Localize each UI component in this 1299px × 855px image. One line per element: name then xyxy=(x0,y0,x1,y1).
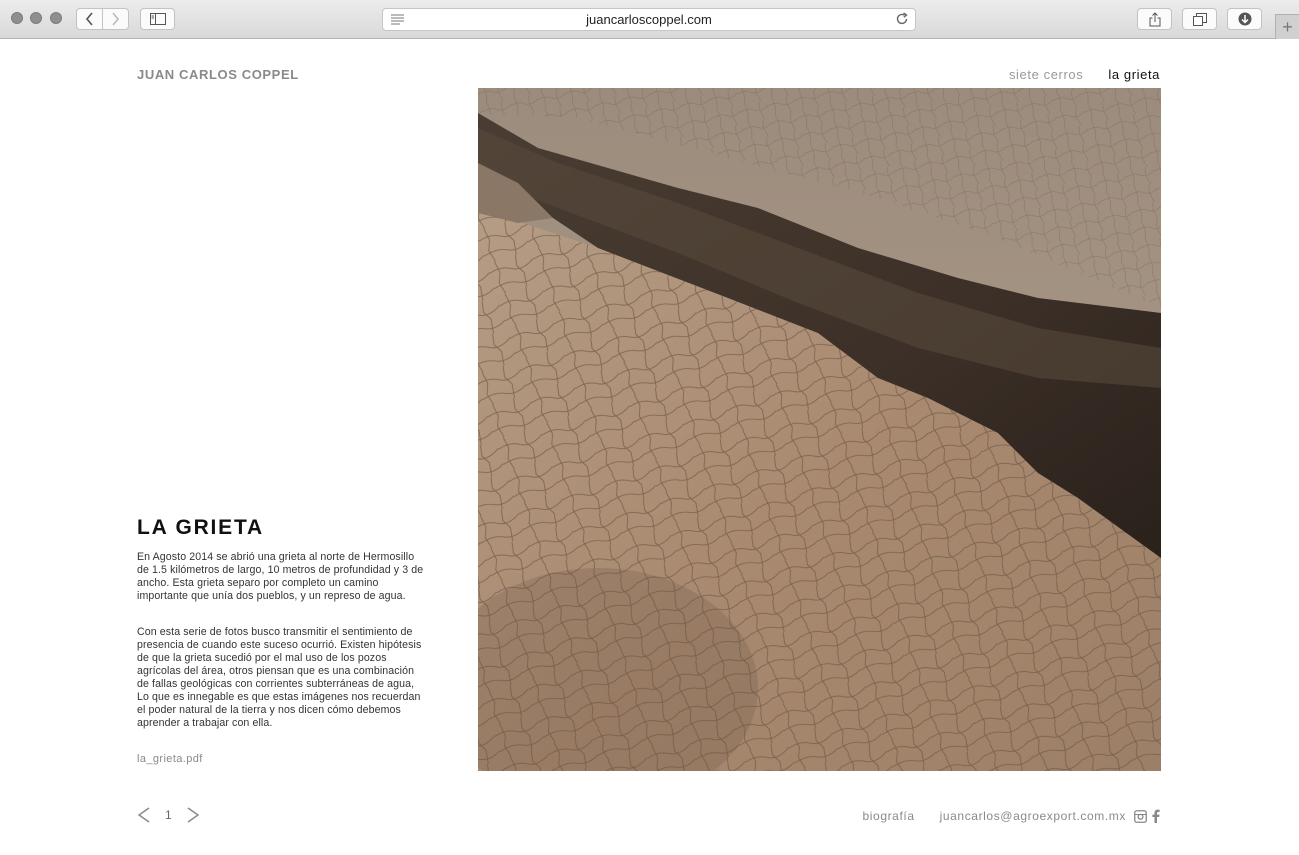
email-link[interactable]: juancarlos@agroexport.com.mx xyxy=(940,809,1126,823)
reload-icon[interactable] xyxy=(895,12,909,26)
back-button[interactable] xyxy=(76,8,103,30)
facebook-icon[interactable] xyxy=(1152,809,1160,823)
minimize-window-button[interactable] xyxy=(30,12,42,24)
instagram-icon[interactable] xyxy=(1134,809,1147,823)
share-button[interactable] xyxy=(1137,8,1172,30)
sidebar-icon xyxy=(149,13,166,25)
project-photo[interactable] xyxy=(478,88,1161,771)
chevron-right-icon[interactable] xyxy=(186,807,200,823)
zoom-window-button[interactable] xyxy=(50,12,62,24)
browser-toolbar: juancarloscoppel.com + xyxy=(0,0,1299,39)
chevron-left-icon xyxy=(85,12,93,26)
new-tab-button[interactable]: + xyxy=(1275,14,1299,39)
tabs-icon xyxy=(1192,12,1207,26)
downloads-button[interactable] xyxy=(1227,8,1262,30)
social-links xyxy=(1134,809,1160,823)
address-bar[interactable]: juancarloscoppel.com xyxy=(382,8,916,31)
sidebar-button[interactable] xyxy=(140,8,175,30)
pagination: 1 xyxy=(137,807,200,823)
nav-siete-cerros[interactable]: siete cerros xyxy=(1009,67,1083,82)
nav-la-grieta[interactable]: la grieta xyxy=(1108,67,1160,82)
reader-icon[interactable] xyxy=(391,14,404,25)
project-description: Con esta serie de fotos busco transmitir… xyxy=(137,626,422,729)
pdf-download-link[interactable]: la_grieta.pdf xyxy=(137,753,203,765)
plus-icon: + xyxy=(1282,16,1293,37)
footer: biografía juancarlos@agroexport.com.mx xyxy=(863,809,1161,823)
biography-link[interactable]: biografía xyxy=(863,809,915,823)
project-description: En Agosto 2014 se abrió una grieta al no… xyxy=(137,551,424,602)
show-tabs-button[interactable] xyxy=(1182,8,1217,30)
cracked-earth-photo xyxy=(478,88,1161,771)
project-title: LA GRIETA xyxy=(137,516,265,539)
close-window-button[interactable] xyxy=(11,12,23,24)
url-text: juancarloscoppel.com xyxy=(586,12,712,27)
site-title[interactable]: JUAN CARLOS COPPEL xyxy=(137,67,299,82)
download-icon xyxy=(1238,12,1251,26)
page-number: 1 xyxy=(165,808,172,822)
top-nav: siete cerros la grieta xyxy=(1009,67,1160,82)
forward-button[interactable] xyxy=(102,8,129,30)
chevron-left-icon[interactable] xyxy=(137,807,151,823)
chevron-right-icon xyxy=(112,12,120,26)
share-icon xyxy=(1149,11,1160,26)
